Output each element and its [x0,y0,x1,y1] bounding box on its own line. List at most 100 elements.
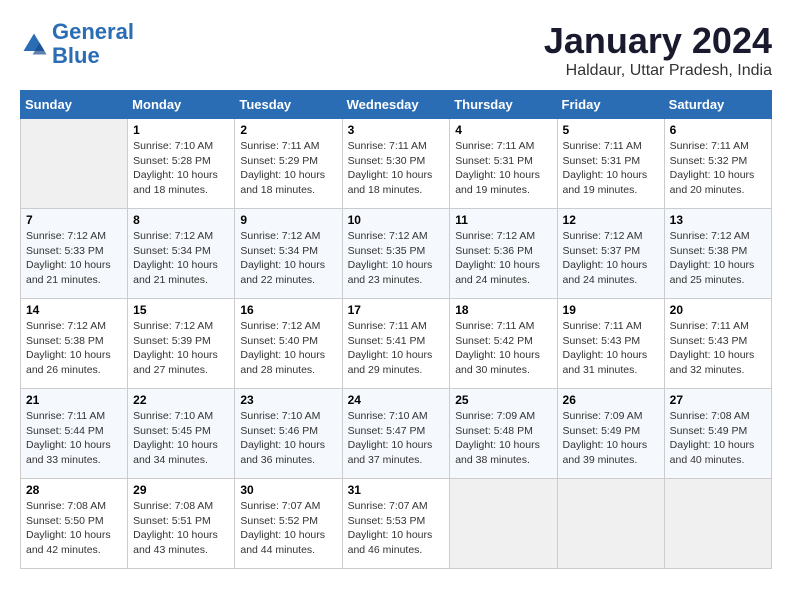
day-number: 22 [133,393,229,407]
day-number: 14 [26,303,122,317]
calendar-cell: 19 Sunrise: 7:11 AMSunset: 5:43 PMDayligh… [557,299,664,389]
day-number: 5 [563,123,659,137]
day-info: Sunrise: 7:11 AMSunset: 5:31 PMDaylight:… [563,139,659,198]
calendar-cell: 10Sunrise: 7:12 AMSunset: 5:35 PMDayligh… [342,209,450,299]
calendar-cell [664,479,771,569]
day-info: Sunrise: 7:11 AMSunset: 5:43 PMDaylight:… [670,319,766,378]
day-info: Sunrise: 7:10 AMSunset: 5:46 PMDaylight:… [240,409,336,468]
day-number: 17 [348,303,445,317]
calendar-cell: 7 Sunrise: 7:12 AMSunset: 5:33 PMDaylight… [21,209,128,299]
calendar-cell: 18 Sunrise: 7:11 AMSunset: 5:42 PMDayligh… [450,299,557,389]
day-info: Sunrise: 7:12 AMSunset: 5:33 PMDaylight:… [26,229,122,288]
day-info: Sunrise: 7:10 AMSunset: 5:45 PMDaylight:… [133,409,229,468]
week-row-4: 21 Sunrise: 7:11 AMSunset: 5:44 PMDayligh… [21,389,772,479]
day-info: Sunrise: 7:09 AMSunset: 5:49 PMDaylight:… [563,409,659,468]
day-number: 6 [670,123,766,137]
day-number: 23 [240,393,336,407]
header: General Blue January 2024 Haldaur, Uttar… [20,20,772,80]
day-number: 29 [133,483,229,497]
title-section: January 2024 Haldaur, Uttar Pradesh, Ind… [544,20,772,80]
calendar-cell: 29 Sunrise: 7:08 AMSunset: 5:51 PMDayligh… [128,479,235,569]
calendar-cell: 12 Sunrise: 7:12 AMSunset: 5:37 PMDayligh… [557,209,664,299]
day-number: 7 [26,213,122,227]
calendar-cell: 13 Sunrise: 7:12 AMSunset: 5:38 PMDayligh… [664,209,771,299]
day-number: 16 [240,303,336,317]
calendar-header-row: SundayMondayTuesdayWednesdayThursdayFrid… [21,91,772,119]
day-number: 31 [348,483,445,497]
day-number: 8 [133,213,229,227]
calendar-table: SundayMondayTuesdayWednesdayThursdayFrid… [20,90,772,569]
logo: General Blue [20,20,134,68]
day-number: 12 [563,213,659,227]
day-info: Sunrise: 7:11 AMSunset: 5:30 PMDaylight:… [348,139,445,198]
day-info: Sunrise: 7:08 AMSunset: 5:51 PMDaylight:… [133,499,229,558]
day-number: 25 [455,393,551,407]
calendar-cell: 9 Sunrise: 7:12 AMSunset: 5:34 PMDaylight… [235,209,342,299]
calendar-cell: 24 Sunrise: 7:10 AMSunset: 5:47 PMDayligh… [342,389,450,479]
day-info: Sunrise: 7:12 AMSunset: 5:40 PMDaylight:… [240,319,336,378]
header-monday: Monday [128,91,235,119]
calendar-cell: 14 Sunrise: 7:12 AMSunset: 5:38 PMDayligh… [21,299,128,389]
header-wednesday: Wednesday [342,91,450,119]
calendar-cell: 6 Sunrise: 7:11 AMSunset: 5:32 PMDaylight… [664,119,771,209]
day-number: 28 [26,483,122,497]
day-number: 1 [133,123,229,137]
day-number: 15 [133,303,229,317]
day-number: 9 [240,213,336,227]
calendar-cell [21,119,128,209]
day-info: Sunrise: 7:12 AMSunset: 5:37 PMDaylight:… [563,229,659,288]
calendar-title: January 2024 [544,20,772,62]
calendar-cell [557,479,664,569]
day-number: 21 [26,393,122,407]
day-number: 13 [670,213,766,227]
day-info: Sunrise: 7:08 AMSunset: 5:49 PMDaylight:… [670,409,766,468]
day-info: Sunrise: 7:07 AMSunset: 5:52 PMDaylight:… [240,499,336,558]
day-number: 26 [563,393,659,407]
logo-icon [20,30,48,58]
day-info: Sunrise: 7:10 AMSunset: 5:47 PMDaylight:… [348,409,445,468]
calendar-cell: 3Sunrise: 7:11 AMSunset: 5:30 PMDaylight… [342,119,450,209]
calendar-cell: 16 Sunrise: 7:12 AMSunset: 5:40 PMDayligh… [235,299,342,389]
header-sunday: Sunday [21,91,128,119]
calendar-cell: 30 Sunrise: 7:07 AMSunset: 5:52 PMDayligh… [235,479,342,569]
calendar-cell: 21 Sunrise: 7:11 AMSunset: 5:44 PMDayligh… [21,389,128,479]
day-number: 11 [455,213,551,227]
calendar-cell: 25Sunrise: 7:09 AMSunset: 5:48 PMDayligh… [450,389,557,479]
calendar-cell: 27Sunrise: 7:08 AMSunset: 5:49 PMDayligh… [664,389,771,479]
day-info: Sunrise: 7:10 AMSunset: 5:28 PMDaylight:… [133,139,229,198]
logo-line2: Blue [52,43,100,68]
day-info: Sunrise: 7:11 AMSunset: 5:44 PMDaylight:… [26,409,122,468]
day-info: Sunrise: 7:11 AMSunset: 5:42 PMDaylight:… [455,319,551,378]
calendar-cell: 17 Sunrise: 7:11 AMSunset: 5:41 PMDayligh… [342,299,450,389]
calendar-subtitle: Haldaur, Uttar Pradesh, India [544,62,772,80]
day-info: Sunrise: 7:11 AMSunset: 5:32 PMDaylight:… [670,139,766,198]
day-info: Sunrise: 7:12 AMSunset: 5:38 PMDaylight:… [670,229,766,288]
day-info: Sunrise: 7:12 AMSunset: 5:34 PMDaylight:… [240,229,336,288]
day-info: Sunrise: 7:08 AMSunset: 5:50 PMDaylight:… [26,499,122,558]
calendar-cell: 20Sunrise: 7:11 AMSunset: 5:43 PMDayligh… [664,299,771,389]
day-number: 10 [348,213,445,227]
day-info: Sunrise: 7:12 AMSunset: 5:39 PMDaylight:… [133,319,229,378]
calendar-cell: 5 Sunrise: 7:11 AMSunset: 5:31 PMDaylight… [557,119,664,209]
calendar-cell: 26 Sunrise: 7:09 AMSunset: 5:49 PMDayligh… [557,389,664,479]
day-info: Sunrise: 7:11 AMSunset: 5:43 PMDaylight:… [563,319,659,378]
calendar-cell: 28 Sunrise: 7:08 AMSunset: 5:50 PMDayligh… [21,479,128,569]
day-info: Sunrise: 7:12 AMSunset: 5:38 PMDaylight:… [26,319,122,378]
day-number: 24 [348,393,445,407]
week-row-5: 28 Sunrise: 7:08 AMSunset: 5:50 PMDayligh… [21,479,772,569]
day-info: Sunrise: 7:12 AMSunset: 5:34 PMDaylight:… [133,229,229,288]
day-info: Sunrise: 7:11 AMSunset: 5:29 PMDaylight:… [240,139,336,198]
day-info: Sunrise: 7:11 AMSunset: 5:41 PMDaylight:… [348,319,445,378]
calendar-cell: 31 Sunrise: 7:07 AMSunset: 5:53 PMDayligh… [342,479,450,569]
calendar-cell: 8 Sunrise: 7:12 AMSunset: 5:34 PMDaylight… [128,209,235,299]
day-number: 18 [455,303,551,317]
header-saturday: Saturday [664,91,771,119]
week-row-2: 7 Sunrise: 7:12 AMSunset: 5:33 PMDaylight… [21,209,772,299]
calendar-cell: 15 Sunrise: 7:12 AMSunset: 5:39 PMDayligh… [128,299,235,389]
calendar-cell: 11Sunrise: 7:12 AMSunset: 5:36 PMDayligh… [450,209,557,299]
header-tuesday: Tuesday [235,91,342,119]
day-info: Sunrise: 7:07 AMSunset: 5:53 PMDaylight:… [348,499,445,558]
calendar-cell [450,479,557,569]
day-number: 19 [563,303,659,317]
day-number: 30 [240,483,336,497]
